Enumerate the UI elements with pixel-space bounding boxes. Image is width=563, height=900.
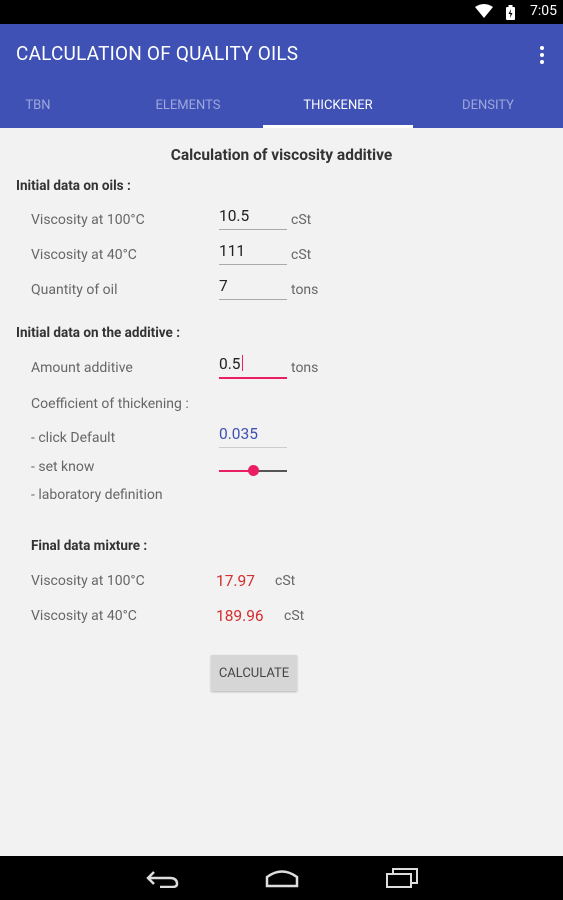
tab-tbn[interactable]: TBN	[0, 94, 108, 128]
visc100-label: Viscosity at 100°C	[31, 212, 145, 228]
amount-additive-value: 0.5	[219, 355, 241, 373]
section-oils-title: Initial data on oils :	[16, 178, 131, 194]
tab-thickener[interactable]: THICKENER	[268, 94, 408, 128]
set-know-label: - set know	[31, 459, 95, 475]
overflow-menu-icon[interactable]	[539, 46, 545, 64]
final-visc40-label: Viscosity at 40°C	[31, 608, 137, 624]
back-icon[interactable]	[146, 868, 180, 888]
click-default-label: - click Default	[31, 430, 116, 446]
final-visc100-value: 17.97	[216, 572, 255, 590]
final-visc40-unit: cSt	[284, 608, 305, 624]
coefficient-default-value[interactable]: 0.035	[219, 425, 287, 448]
final-visc100-unit: cSt	[275, 573, 296, 589]
status-bar: 7:05	[0, 0, 563, 24]
coefficient-title: Coefficient of thickening :	[31, 396, 189, 412]
section-additive-title: Initial data on the additive :	[16, 325, 181, 341]
slider-thumb[interactable]	[248, 465, 259, 476]
visc40-label: Viscosity at 40°C	[31, 247, 137, 263]
tab-elements[interactable]: ELEMENTS	[118, 94, 258, 128]
home-icon[interactable]	[264, 868, 300, 888]
status-time: 7:05	[530, 3, 557, 19]
wifi-icon	[475, 4, 493, 18]
recent-apps-icon[interactable]	[386, 868, 418, 888]
thickener-form: Calculation of viscosity additive Initia…	[0, 128, 563, 856]
page-heading: Calculation of viscosity additive	[170, 146, 393, 164]
app-title: CALCULATION OF QUALITY OILS	[16, 42, 299, 65]
coefficient-slider[interactable]	[219, 464, 287, 478]
tab-density[interactable]: DENSITY	[418, 94, 558, 128]
lab-definition-label[interactable]: - laboratory definition	[31, 487, 163, 503]
navigation-bar	[0, 856, 563, 900]
visc100-unit: cSt	[291, 212, 312, 228]
battery-icon	[506, 5, 515, 20]
visc40-input[interactable]: 111	[219, 242, 287, 265]
calculate-button[interactable]: CALCULATE	[211, 655, 297, 691]
tab-bar: TBN ELEMENTS THICKENER DENSITY	[0, 94, 563, 128]
final-visc40-value: 189.96	[216, 607, 264, 625]
quantity-unit: tons	[291, 282, 319, 298]
amount-additive-unit: tons	[291, 360, 319, 376]
final-visc100-label: Viscosity at 100°C	[31, 573, 145, 589]
amount-additive-label: Amount additive	[31, 360, 133, 376]
quantity-label: Quantity of oil	[31, 282, 118, 298]
amount-additive-input[interactable]: 0.5	[219, 355, 287, 379]
quantity-input[interactable]: 7	[219, 277, 287, 300]
section-final-title: Final data mixture :	[31, 538, 148, 554]
visc100-input[interactable]: 10.5	[219, 207, 287, 230]
visc40-unit: cSt	[291, 247, 312, 263]
text-cursor	[241, 355, 243, 371]
app-bar: CALCULATION OF QUALITY OILS TBN ELEMENTS…	[0, 24, 563, 128]
